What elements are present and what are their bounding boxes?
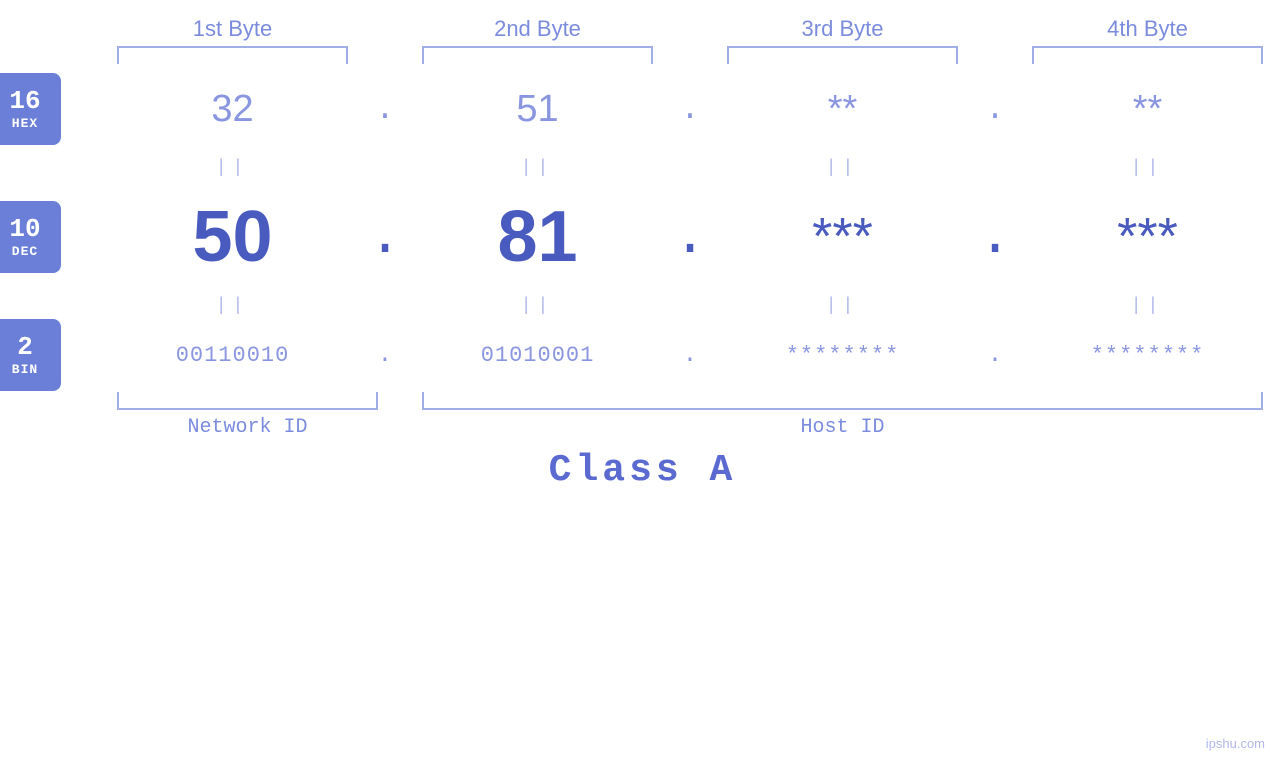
bb-empty [0, 392, 95, 410]
hex-badge-cell: 16 HEX [0, 64, 95, 154]
bin-byte2: 01010001 [400, 320, 675, 390]
hex-byte1: 32 [95, 64, 370, 154]
network-bottom-bracket [117, 392, 378, 410]
eq1-sep3 [980, 154, 1010, 182]
eq1-badge-empty [0, 154, 95, 182]
byte3-header: 3rd Byte [705, 16, 980, 46]
hex-sep1: . [370, 64, 400, 154]
dec-byte1: 50 [95, 182, 370, 292]
bin-row: 2 BIN 00110010 . 01010001 . ******** . *… [0, 320, 1285, 390]
eq1-byte3: || [705, 154, 980, 182]
eq1-sep1 [370, 154, 400, 182]
hex-badge-label: HEX [12, 116, 38, 131]
bin-badge-cell: 2 BIN [0, 320, 95, 390]
bracket-sep3 [980, 46, 1010, 64]
eq1-byte4: || [1010, 154, 1285, 182]
dec-badge-cell: 10 DEC [0, 182, 95, 292]
dec-byte4: *** [1010, 182, 1285, 292]
bracket-sep2 [675, 46, 705, 64]
watermark: ipshu.com [1206, 736, 1265, 751]
byte2-header: 2nd Byte [400, 16, 675, 46]
dec-sep2: . [675, 182, 705, 292]
dec-byte2: 81 [400, 182, 675, 292]
equals-row-2: || || || || [0, 292, 1285, 320]
header-sep3 [980, 16, 1010, 46]
bracket-sep1 [370, 46, 400, 64]
bracket-byte4 [1032, 46, 1263, 64]
header-section: 1st Byte 2nd Byte 3rd Byte 4th Byte [0, 0, 1285, 46]
eq1-byte1: || [95, 154, 370, 182]
byte1-header: 1st Byte [95, 16, 370, 46]
eq1-sep2 [675, 154, 705, 182]
bin-badge-label: BIN [12, 362, 38, 377]
bin-badge-number: 2 [17, 333, 33, 362]
eq2-sep3 [980, 292, 1010, 320]
bin-byte1: 00110010 [95, 320, 370, 390]
eq2-sep2 [675, 292, 705, 320]
bin-byte4: ******** [1010, 320, 1285, 390]
eq1-byte2: || [400, 154, 675, 182]
hex-badge-number: 16 [9, 87, 40, 116]
class-a-text: Class A [549, 449, 737, 492]
dec-sep1: . [370, 182, 400, 292]
equals-row-1: || || || || [0, 154, 1285, 182]
eq2-sep1 [370, 292, 400, 320]
header-sep2 [675, 16, 705, 46]
host-id-label: Host ID [400, 410, 1285, 439]
dec-sep3: . [980, 182, 1010, 292]
host-bottom-bracket [422, 392, 1263, 410]
hex-sep3: . [980, 64, 1010, 154]
dec-badge-label: DEC [12, 244, 38, 259]
byte4-header: 4th Byte [1010, 16, 1285, 46]
header-empty [0, 16, 95, 46]
bracket-byte2 [422, 46, 653, 64]
dec-row: 10 DEC 50 . 81 . *** . *** [0, 182, 1285, 292]
dec-byte3: *** [705, 182, 980, 292]
bottom-labels-section: Network ID Host ID [0, 410, 1285, 439]
hex-sep2: . [675, 64, 705, 154]
dec-badge-number: 10 [9, 215, 40, 244]
main-container: 1st Byte 2nd Byte 3rd Byte 4th Byte 16 H… [0, 0, 1285, 767]
eq2-byte3: || [705, 292, 980, 320]
network-id-label: Network ID [95, 410, 400, 439]
eq2-byte2: || [400, 292, 675, 320]
hex-row: 16 HEX 32 . 51 . ** . ** [0, 64, 1285, 154]
bottom-bracket-section [0, 392, 1285, 410]
bracket-empty [0, 46, 95, 64]
bin-sep3: . [980, 320, 1010, 390]
hex-byte4: ** [1010, 64, 1285, 154]
hex-badge: 16 HEX [0, 73, 61, 145]
eq2-byte1: || [95, 292, 370, 320]
bt-empty [0, 410, 95, 439]
bracket-byte1 [117, 46, 348, 64]
hex-byte2: 51 [400, 64, 675, 154]
bracket-byte3 [727, 46, 958, 64]
hex-byte3: ** [705, 64, 980, 154]
bin-sep1: . [370, 320, 400, 390]
class-a-section: Class A [0, 439, 1285, 492]
dec-badge: 10 DEC [0, 201, 61, 273]
bin-badge: 2 BIN [0, 319, 61, 391]
top-bracket-section [0, 46, 1285, 64]
eq2-badge-empty [0, 292, 95, 320]
header-sep1 [370, 16, 400, 46]
eq2-byte4: || [1010, 292, 1285, 320]
bin-sep2: . [675, 320, 705, 390]
bin-byte3: ******** [705, 320, 980, 390]
